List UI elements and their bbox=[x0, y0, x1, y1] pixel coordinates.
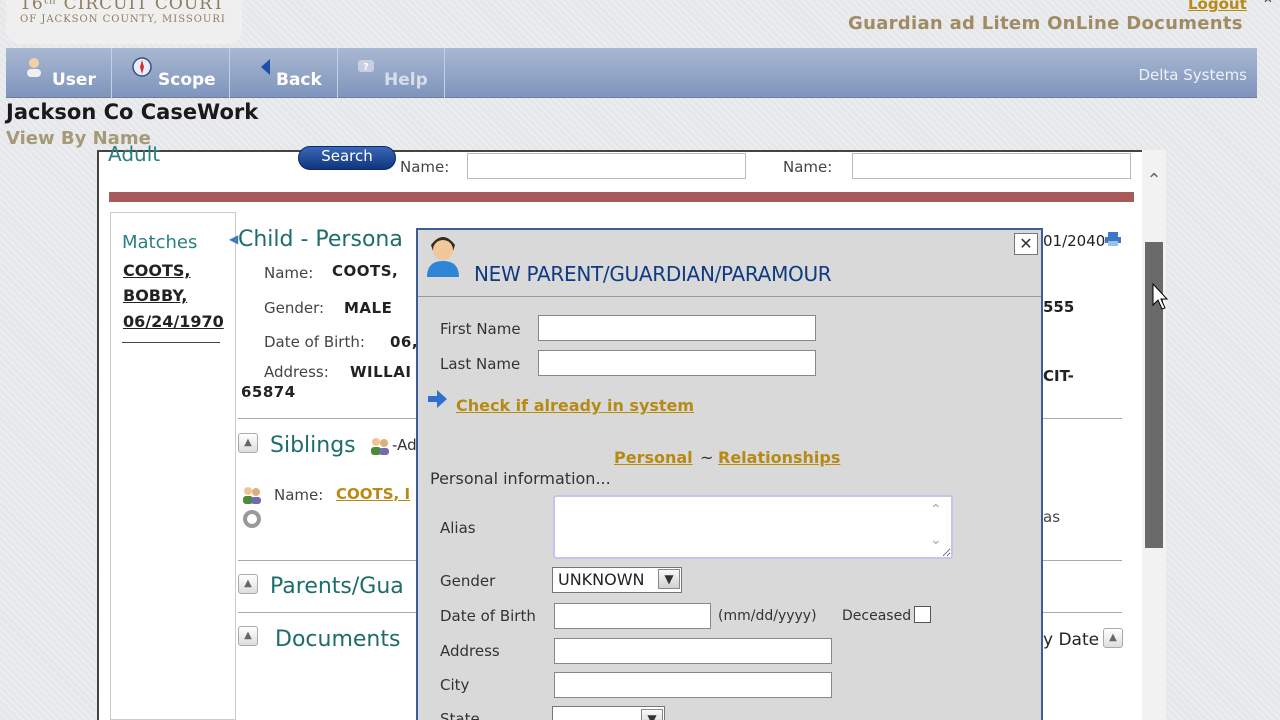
city-field[interactable] bbox=[554, 672, 832, 698]
app-title: Guardian ad Litem OnLine Documents bbox=[848, 13, 1243, 34]
date-column-fragment: y Date bbox=[1043, 630, 1100, 650]
modal-title: NEW PARENT/GUARDIAN/PARAMOUR bbox=[474, 262, 832, 286]
address-label: Address: bbox=[264, 363, 329, 381]
tab-relationships[interactable]: Relationships bbox=[718, 448, 840, 467]
printer-icon[interactable] bbox=[1104, 231, 1122, 247]
add-sibling-label[interactable]: -Ad bbox=[392, 436, 417, 454]
gender-label: Gender: bbox=[264, 299, 325, 317]
dob-value: 06, bbox=[390, 333, 419, 351]
zip-value: 65874 bbox=[241, 383, 296, 401]
name-value: COOTS, bbox=[332, 262, 399, 280]
child-section-heading: Child - Persona bbox=[238, 227, 403, 252]
chevron-down-icon[interactable]: ▼ bbox=[658, 569, 680, 589]
parents-heading: Parents/Gua bbox=[270, 574, 404, 599]
state-label: State bbox=[440, 710, 480, 720]
alias-textarea[interactable] bbox=[553, 495, 953, 559]
documents-heading: Documents bbox=[275, 627, 401, 652]
gender-label: Gender bbox=[440, 572, 496, 590]
name-filter-label-2: Name: bbox=[783, 158, 833, 176]
back-arrow-icon bbox=[261, 59, 270, 75]
last-name-field[interactable] bbox=[538, 350, 816, 376]
person-icon bbox=[427, 237, 459, 277]
add-people-icon[interactable] bbox=[370, 437, 390, 455]
match-name-line[interactable]: COOTS, bbox=[123, 261, 190, 280]
address-label: Address bbox=[440, 642, 500, 660]
user-button[interactable]: User bbox=[6, 48, 112, 98]
vendor-label: Delta Systems bbox=[1138, 66, 1247, 84]
first-name-label: First Name bbox=[440, 320, 521, 338]
logout-link[interactable]: Logout bbox=[1188, 0, 1247, 13]
dob-label: Date of Birth: bbox=[264, 333, 365, 351]
name-filter-label: Name: bbox=[400, 158, 450, 176]
last-name-label: Last Name bbox=[440, 355, 521, 373]
page-title: Jackson Co CaseWork bbox=[6, 100, 259, 124]
divider-bar bbox=[109, 192, 1134, 202]
help-button[interactable]: ? Help bbox=[338, 48, 445, 98]
chevron-up-icon[interactable]: ⌃ bbox=[1142, 172, 1166, 192]
mouse-cursor-icon bbox=[1152, 283, 1168, 310]
scope-button[interactable]: Scope bbox=[112, 48, 230, 98]
back-button-label: Back bbox=[276, 70, 322, 90]
match-dob-line[interactable]: 06/24/1970 bbox=[123, 312, 224, 331]
settings-circle-icon[interactable] bbox=[241, 508, 263, 530]
compass-icon bbox=[132, 57, 152, 77]
search-button[interactable]: Search bbox=[298, 146, 396, 170]
chevron-down-icon[interactable]: ▼ bbox=[641, 709, 663, 720]
collapse-button[interactable]: ▲ bbox=[238, 433, 258, 453]
siblings-heading: Siblings bbox=[270, 433, 356, 458]
alias-fragment: as bbox=[1043, 508, 1061, 526]
help-button-label: Help bbox=[384, 70, 428, 90]
scope-button-label: Scope bbox=[158, 70, 216, 90]
user-icon bbox=[27, 58, 41, 77]
address-field[interactable] bbox=[554, 638, 832, 664]
court-county: OF JACKSON COUNTY, MISSOURI bbox=[20, 14, 226, 25]
case-fragment: CIT- bbox=[1043, 367, 1074, 385]
chevron-up-icon[interactable]: ⌃ bbox=[1256, 0, 1280, 14]
arrow-right-icon bbox=[428, 390, 447, 408]
adult-label: Adult bbox=[108, 142, 161, 166]
chevron-down-icon[interactable]: ⌄ bbox=[930, 532, 942, 548]
court-name: 16ᵗʰ CIRCUIT COURT bbox=[20, 0, 226, 14]
dob-label: Date of Birth bbox=[440, 607, 536, 625]
matches-title: Matches bbox=[122, 232, 198, 253]
sibling-name-label: Name: bbox=[274, 486, 324, 504]
gender-select-value: UNKNOWN bbox=[558, 570, 645, 589]
deceased-label: Deceased bbox=[842, 608, 912, 624]
tab-personal[interactable]: Personal bbox=[614, 448, 693, 467]
user-button-label: User bbox=[52, 70, 96, 90]
check-existing-link[interactable]: Check if already in system bbox=[456, 396, 694, 415]
phone-fragment: 555 bbox=[1043, 298, 1075, 316]
alias-label: Alias bbox=[440, 519, 476, 537]
deceased-checkbox[interactable] bbox=[914, 606, 931, 623]
right-date-value: 01/2040 bbox=[1043, 232, 1106, 250]
toolbar: User Scope Back ? Help Delta Systems bbox=[6, 48, 1257, 98]
name-label: Name: bbox=[264, 264, 314, 282]
dob-field[interactable] bbox=[554, 603, 711, 629]
name-filter-input[interactable] bbox=[467, 153, 746, 179]
caret-left-icon[interactable]: ◀ bbox=[229, 232, 238, 246]
people-icon bbox=[243, 487, 261, 504]
sibling-name-link[interactable]: COOTS, I bbox=[336, 485, 410, 503]
personal-info-heading: Personal information... bbox=[430, 469, 611, 488]
help-icon: ? bbox=[358, 60, 374, 73]
chevron-up-icon[interactable]: ⌃ bbox=[930, 502, 942, 518]
close-icon[interactable]: ✕ bbox=[1014, 233, 1038, 255]
collapse-button[interactable]: ▲ bbox=[238, 626, 258, 646]
city-label: City bbox=[440, 676, 470, 694]
modal-header-divider bbox=[418, 296, 1041, 297]
collapse-button[interactable]: ▲ bbox=[1103, 628, 1123, 648]
matches-divider bbox=[122, 342, 220, 343]
first-name-field[interactable] bbox=[538, 315, 816, 341]
gender-value: MALE bbox=[344, 299, 393, 317]
address-value: WILLAI bbox=[350, 363, 412, 381]
dob-format-hint: (mm/dd/yyyy) bbox=[718, 608, 817, 624]
match-name-line[interactable]: BOBBY, bbox=[123, 286, 187, 305]
back-button[interactable]: Back bbox=[230, 48, 338, 98]
tab-separator: ~ bbox=[700, 448, 714, 467]
name-filter-input-2[interactable] bbox=[852, 153, 1131, 179]
collapse-button[interactable]: ▲ bbox=[238, 574, 258, 594]
svg-text:?: ? bbox=[363, 62, 369, 73]
